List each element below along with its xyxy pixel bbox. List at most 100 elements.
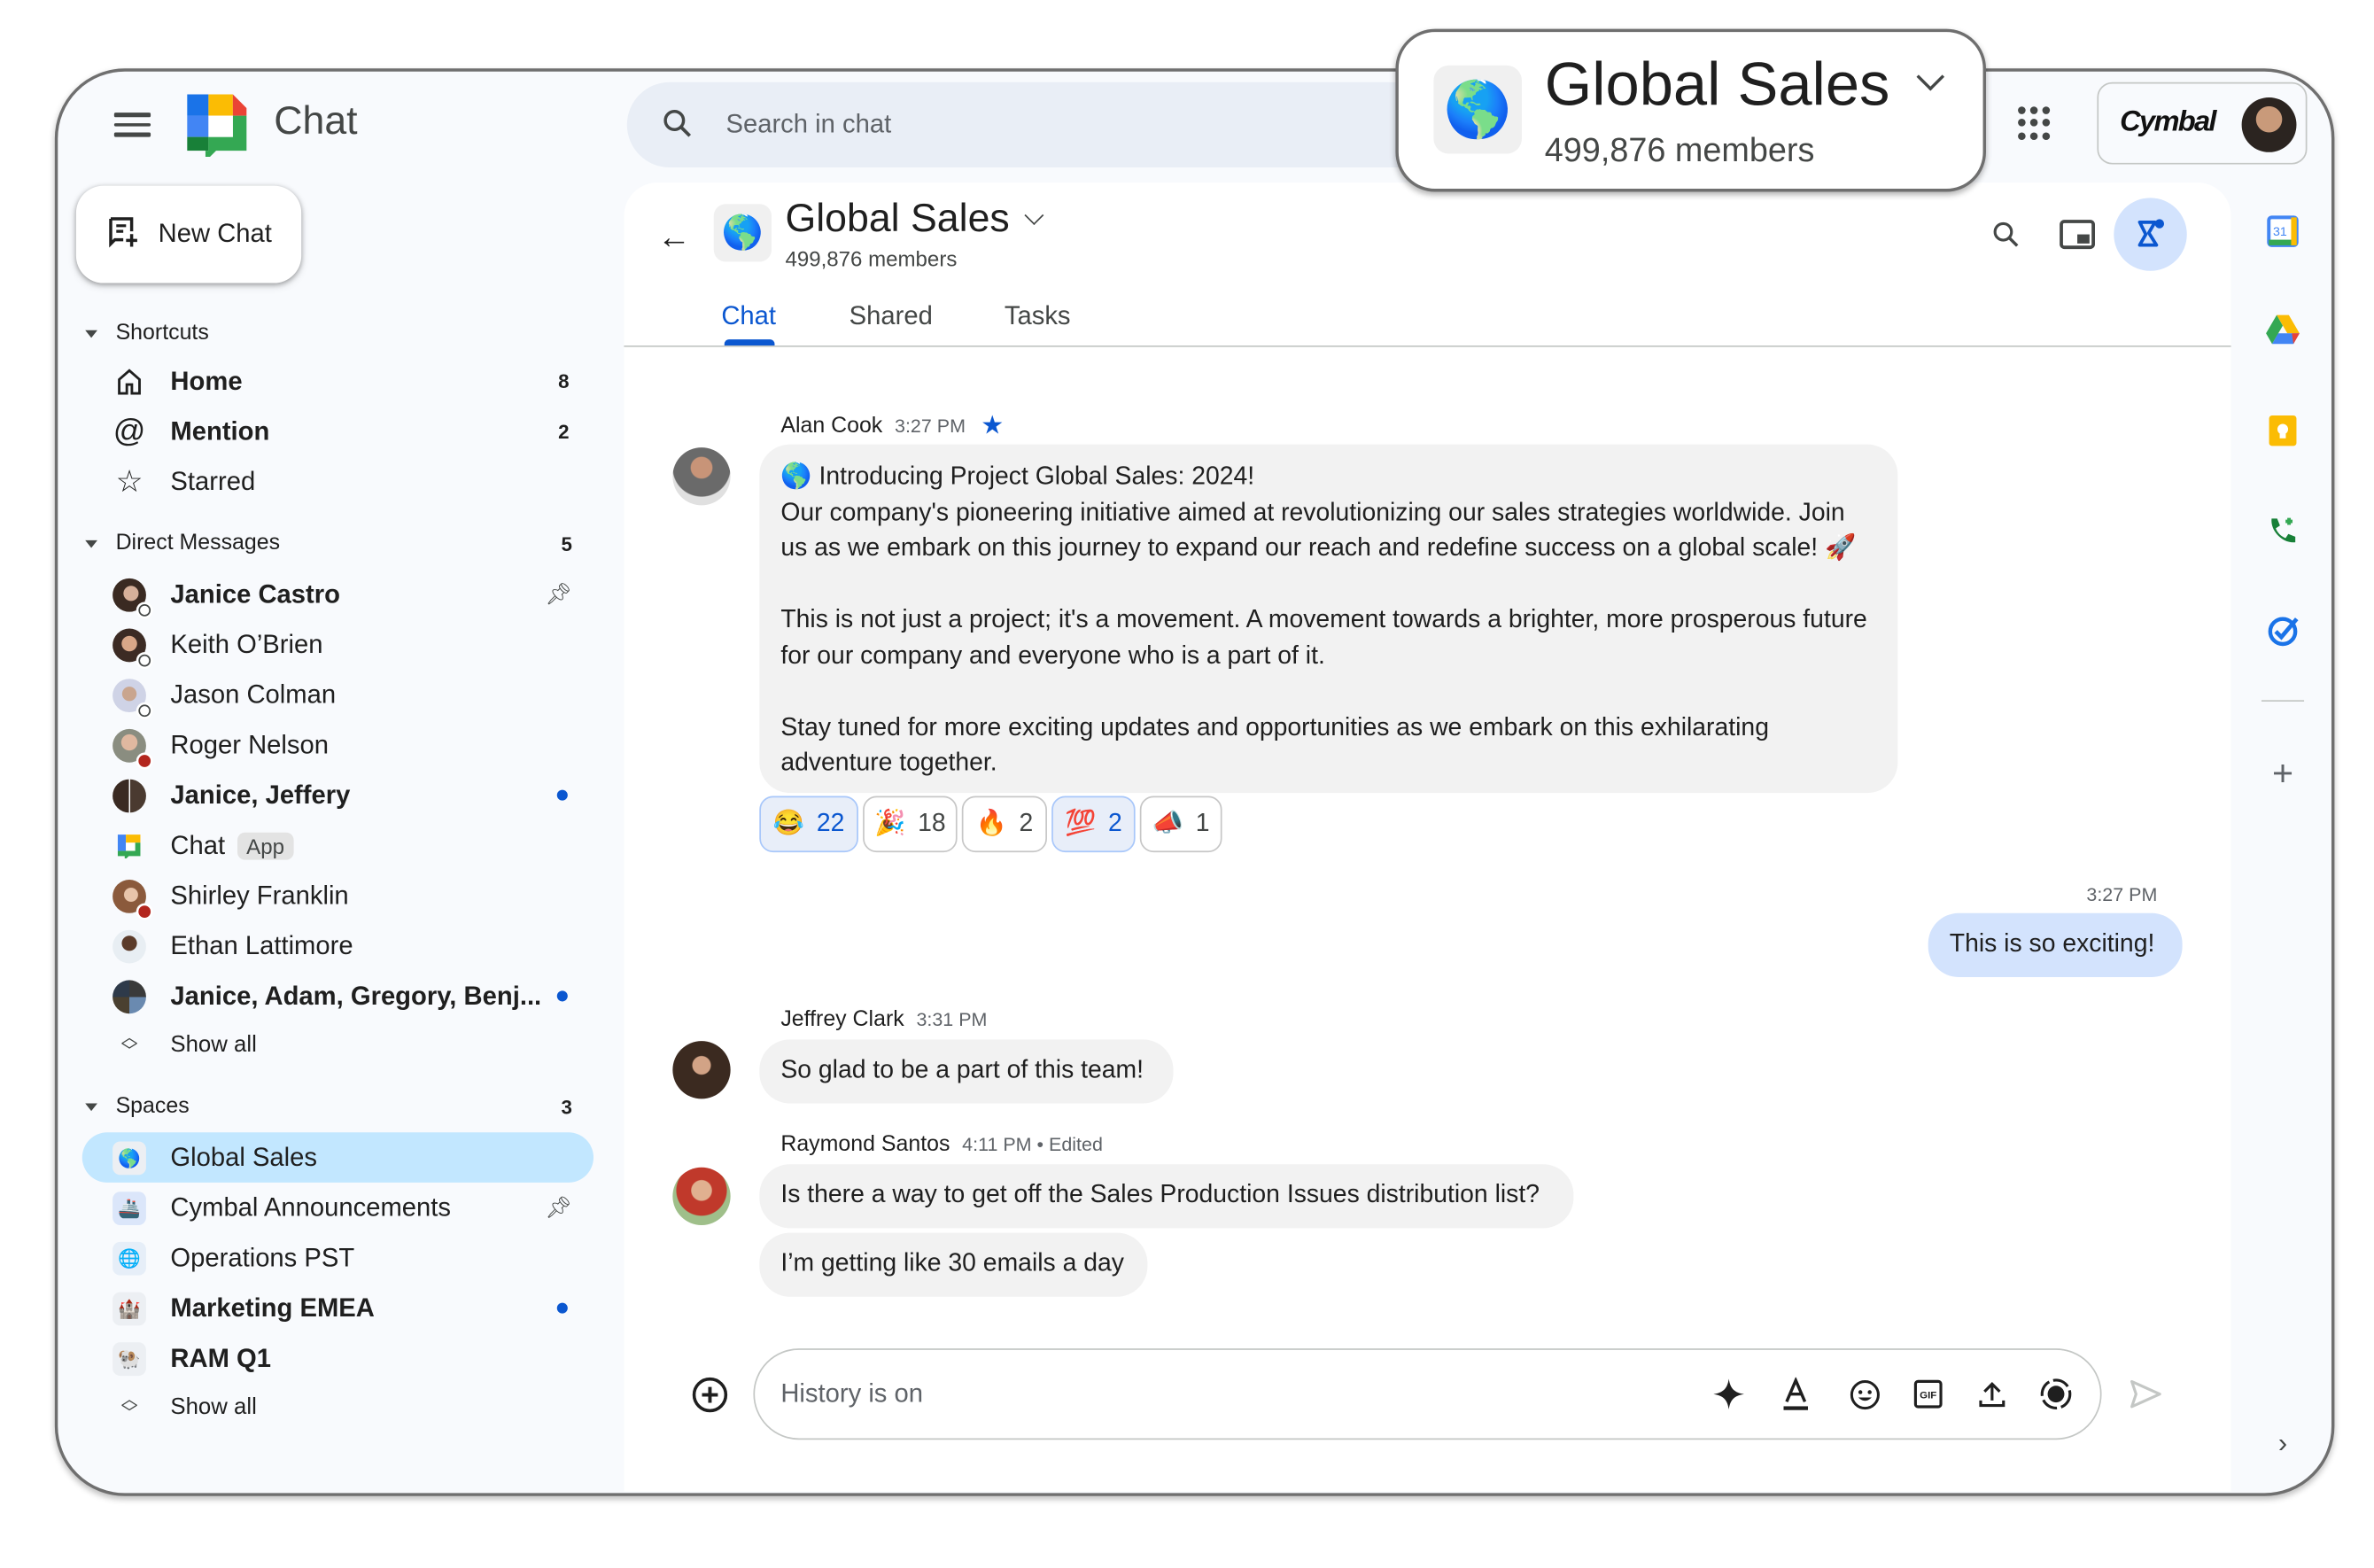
caret-down-icon	[85, 329, 97, 338]
add-attachment-button[interactable]	[691, 1376, 729, 1422]
nav-label: Janice, Adam, Gregory, Benj...	[170, 981, 542, 1010]
section-title: Shortcuts	[115, 321, 209, 345]
callout-title-text: Global Sales	[1544, 51, 1890, 120]
tasks-icon[interactable]	[2264, 612, 2300, 648]
tab-tasks[interactable]: Tasks	[1005, 301, 1071, 331]
upload-icon[interactable]	[1974, 1376, 2010, 1412]
section-title: Spaces	[115, 1094, 190, 1119]
voice-phone-icon[interactable]	[2264, 513, 2300, 549]
message-bubble: 🌎 Introducing Project Global Sales: 2024…	[759, 444, 1898, 794]
callout-title: Global Sales	[1544, 51, 1944, 120]
dm-item[interactable]: Janice Castro 📌︎	[82, 570, 594, 620]
reaction-count: 1	[1195, 809, 1210, 837]
message-time: 3:27 PM	[2086, 884, 2158, 906]
space-item-global-sales[interactable]: 🌎 Global Sales	[81, 1132, 594, 1183]
nav-label: Marketing EMEA	[170, 1292, 375, 1323]
message-text: Our company's pioneering initiative aime…	[780, 498, 1857, 562]
dm-item[interactable]: Chat App	[82, 820, 594, 871]
picture-in-picture-icon	[2060, 220, 2095, 250]
dm-item[interactable]: Ethan Lattimore	[82, 920, 594, 971]
send-icon[interactable]	[2128, 1376, 2164, 1412]
keep-icon[interactable]	[2264, 413, 2300, 449]
emoji-icon[interactable]	[1846, 1376, 1882, 1412]
message-header: Raymond Santos 4:11 PM • Edited	[780, 1132, 1103, 1156]
avatar[interactable]	[672, 1041, 731, 1099]
app-title: Chat	[274, 97, 358, 144]
nav-label: Janice Castro	[170, 578, 340, 609]
shortcuts-section-toggle[interactable]: Shortcuts	[85, 321, 209, 345]
space-item[interactable]: 🚢 Cymbal Announcements 📌︎	[82, 1183, 594, 1233]
active-tab-indicator	[724, 339, 775, 345]
tab-shared[interactable]: Shared	[850, 301, 933, 331]
nav-label: Mention	[170, 415, 270, 446]
avatar[interactable]	[672, 1167, 731, 1225]
space-item[interactable]: 🌐 Operations PST	[82, 1233, 594, 1284]
calendar-icon[interactable]: 31	[2264, 213, 2300, 250]
spaces-section-toggle[interactable]: Spaces 3	[85, 1094, 572, 1119]
message-text: 🌎 Introducing Project Global Sales: 2024…	[780, 462, 1255, 491]
member-count[interactable]: 499,876 members	[785, 246, 957, 270]
star-filled-icon[interactable]: ★	[981, 411, 1004, 441]
dm-item[interactable]: Keith O’Brien	[82, 619, 594, 670]
reaction-chip[interactable]: 🎉 18	[863, 796, 958, 853]
reaction-emoji: 💯	[1064, 809, 1097, 837]
sender-name[interactable]: Alan Cook	[780, 414, 882, 438]
tab-divider	[624, 345, 2231, 347]
dm-item[interactable]: Janice, Adam, Gregory, Benj...	[82, 971, 594, 1021]
account-avatar[interactable]	[2241, 97, 2297, 152]
space-item[interactable]: 🐏 RAM Q1	[82, 1333, 594, 1384]
rail-divider	[2261, 700, 2305, 702]
spaces-show-all[interactable]: ︿ ﹀ Show all	[82, 1382, 594, 1432]
reaction-chip[interactable]: 😂 22	[759, 796, 858, 853]
direct-messages-section-toggle[interactable]: Direct Messages 5	[85, 532, 572, 555]
reaction-chip[interactable]: 💯 2	[1051, 796, 1136, 853]
message-bubble: I’m getting like 30 emails a day	[759, 1232, 1148, 1297]
dm-item[interactable]: Jason Colman	[82, 670, 594, 720]
back-arrow-icon[interactable]: ←	[657, 218, 691, 258]
add-addon-plus-icon[interactable]: +	[2264, 753, 2300, 794]
pop-out-button[interactable]	[2041, 198, 2114, 270]
drive-icon[interactable]	[2264, 312, 2300, 348]
unread-count: 2	[558, 420, 570, 443]
dm-item[interactable]: Janice, Jeffery	[82, 770, 594, 820]
space-details-button[interactable]	[2114, 198, 2187, 271]
status-away-icon	[138, 653, 151, 666]
format-text-icon[interactable]	[1778, 1376, 1814, 1412]
nav-label: Starred	[170, 466, 256, 496]
reaction-count: 18	[918, 809, 946, 837]
gif-icon[interactable]: GIF	[1910, 1376, 1946, 1412]
ram-emoji-icon: 🐏	[112, 1341, 146, 1376]
section-count: 3	[561, 1095, 572, 1118]
message-time: 3:27 PM	[895, 415, 966, 438]
dm-show-all[interactable]: ︿ ﹀ Show all	[82, 1020, 594, 1070]
gemini-sparkle-icon[interactable]	[1711, 1376, 1747, 1412]
sender-name[interactable]: Raymond Santos	[780, 1132, 950, 1156]
tab-chat[interactable]: Chat	[721, 301, 776, 331]
sender-name[interactable]: Jeffrey Clark	[780, 1007, 904, 1031]
search-in-space-button[interactable]	[1969, 198, 2042, 270]
dm-item[interactable]: Roger Nelson	[82, 720, 594, 771]
search-input[interactable]: Search in chat	[725, 110, 891, 140]
new-chat-button[interactable]: New Chat	[75, 185, 302, 283]
callout-member-count: 499,876 members	[1544, 130, 1815, 169]
record-video-icon[interactable]	[2037, 1376, 2074, 1412]
google-apps-icon[interactable]	[2018, 106, 2052, 140]
at-sign-icon: @	[112, 413, 146, 448]
chevron-right-icon[interactable]: ›	[2264, 1424, 2300, 1461]
space-item[interactable]: 🏰 Marketing EMEA	[82, 1283, 594, 1333]
reaction-chip[interactable]: 📣 1	[1139, 796, 1222, 853]
main-menu-button[interactable]	[113, 106, 151, 143]
star-outline-icon: ☆	[115, 465, 144, 500]
sidebar-item-home[interactable]: Home 8	[82, 356, 594, 407]
avatar[interactable]	[672, 447, 731, 506]
pin-icon: 📌︎	[545, 1194, 572, 1220]
unread-dot	[556, 789, 568, 801]
search-icon[interactable]	[661, 106, 694, 147]
sidebar-item-mention[interactable]: @ Mention 2	[82, 407, 594, 457]
space-title-dropdown[interactable]: Global Sales	[785, 195, 1045, 242]
sidebar-item-starred[interactable]: ☆ Starred	[82, 456, 594, 507]
dm-item[interactable]: Shirley Franklin	[82, 871, 594, 921]
reaction-chip[interactable]: 🔥 2	[961, 796, 1047, 853]
message-input[interactable]	[753, 1348, 2102, 1440]
group-avatar	[112, 979, 146, 1013]
